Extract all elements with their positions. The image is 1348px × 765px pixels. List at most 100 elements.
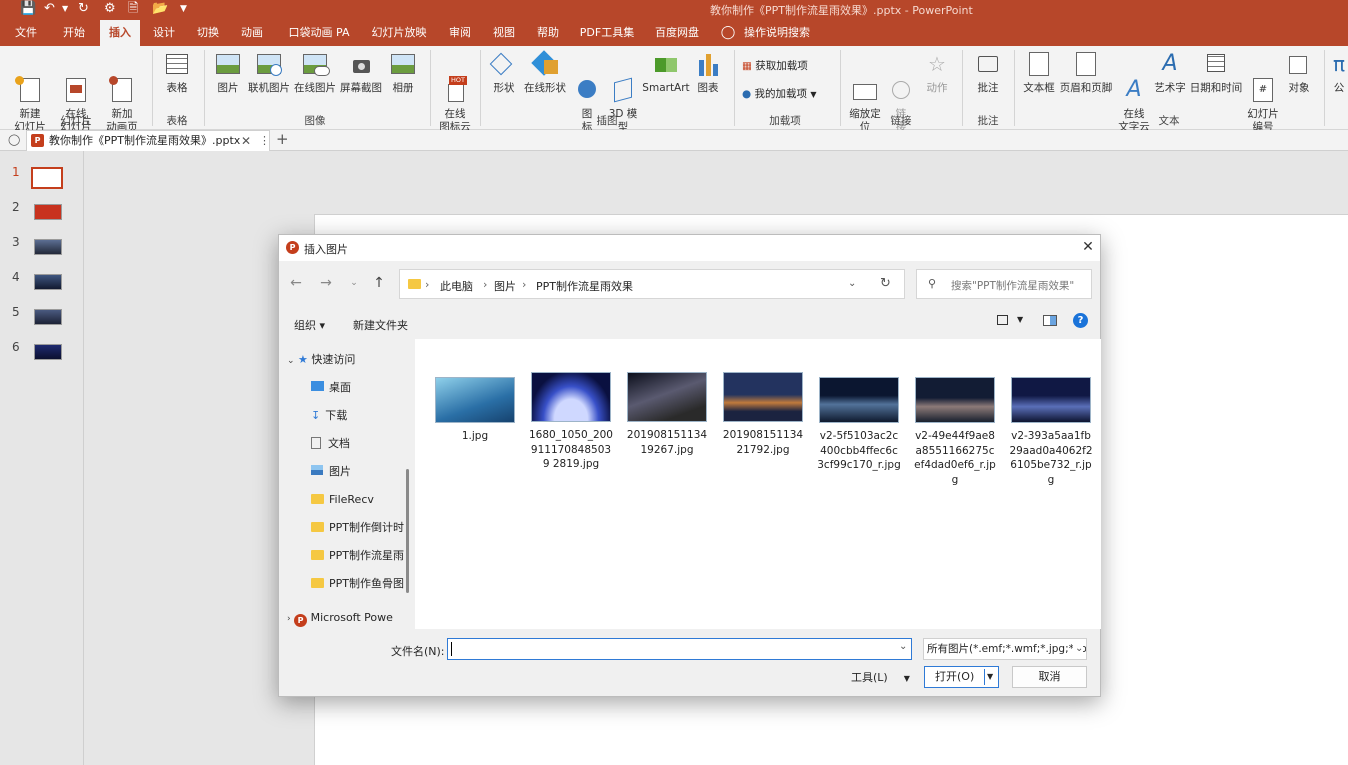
wordart-button[interactable]: A 艺术字	[1152, 50, 1188, 95]
address-bar[interactable]: › 此电脑 › 图片 › PPT制作流星雨效果 ⌄ ↻	[399, 269, 905, 299]
tab-baidu-netdisk[interactable]: 百度网盘	[648, 20, 706, 46]
nav-pictures[interactable]: 图片📌	[311, 461, 411, 483]
online-shapes-button[interactable]: 在线形状	[522, 50, 568, 95]
close-icon[interactable]: ✕	[1079, 238, 1097, 256]
table-button[interactable]: 表格	[158, 50, 196, 95]
nav-folder-fishbone[interactable]: PPT制作鱼骨图	[311, 573, 404, 595]
nav-quick-access[interactable]: ⌄ ★ 快速访问	[287, 349, 355, 371]
new-folder-button[interactable]: 新建文件夹	[353, 317, 408, 333]
my-addins-button[interactable]: ● 我的加载项 ▼	[742, 86, 817, 101]
file-item[interactable]: 20190815113419267.jpg	[625, 372, 709, 457]
save-icon[interactable]: 💾	[20, 1, 36, 17]
nav-microsoft-powerpoint[interactable]: › P Microsoft Powe	[287, 607, 393, 629]
file-item[interactable]: 20190815113421792.jpg	[721, 372, 805, 457]
screenshot-button[interactable]: 屏幕截图	[338, 50, 384, 95]
close-tab-icon[interactable]: ✕	[241, 131, 251, 151]
addins-icon: ●	[742, 88, 752, 100]
nav-scrollbar[interactable]	[406, 469, 409, 593]
album-button[interactable]: 相册	[384, 50, 422, 95]
help-icon[interactable]: ?	[1073, 313, 1088, 328]
tab-pocket-animation[interactable]: 口袋动画 PA	[284, 20, 354, 46]
up-arrow-icon[interactable]: ↑	[370, 275, 388, 291]
get-addins-button[interactable]: ▦ 获取加载项	[742, 58, 808, 73]
action-button[interactable]: ☆ 动作	[920, 50, 954, 95]
picture-button[interactable]: 图片	[210, 50, 246, 95]
tools-button[interactable]: 工具(L) ▼	[851, 669, 910, 685]
chart-button[interactable]: 图表	[692, 50, 724, 95]
forward-arrow-icon[interactable]: →	[317, 275, 335, 291]
file-item[interactable]: v2-393a5aa1fb29aad0a4062f26105be732_r.jp…	[1009, 377, 1093, 487]
back-arrow-icon[interactable]: ←	[287, 275, 305, 291]
slide-thumbnail[interactable]	[34, 309, 62, 325]
cancel-button[interactable]: 取消	[1012, 666, 1087, 688]
nav-folder-countdown[interactable]: PPT制作倒计时	[311, 517, 404, 539]
nav-downloads[interactable]: ↧下载📌	[311, 405, 411, 427]
customize-toolbar-icon[interactable]: ▼	[180, 1, 187, 17]
file-item[interactable]: 1680_1050_2009111708485039 2819.jpg	[529, 372, 613, 472]
present-icon[interactable]: ⚙	[104, 1, 116, 17]
slide-thumbnail[interactable]	[34, 239, 62, 255]
organize-button[interactable]: 组织 ▾	[294, 317, 325, 333]
breadcrumb-current-folder[interactable]: PPT制作流星雨效果	[536, 278, 633, 294]
header-footer-button[interactable]: 页眉和页脚	[1058, 50, 1114, 95]
document-tab[interactable]: P 教你制作《PPT制作流星雨效果》.pptx ✕ ⋮	[26, 130, 270, 151]
nav-documents[interactable]: 文档📌	[311, 433, 411, 455]
slide-thumbnail[interactable]	[34, 274, 62, 290]
tell-me-search[interactable]: 操作说明搜索	[740, 20, 814, 46]
preview-pane-icon[interactable]	[1043, 315, 1057, 326]
view-options-icon[interactable]	[997, 315, 1008, 325]
slide-thumbnail[interactable]	[34, 204, 62, 220]
tab-home[interactable]: 开始	[54, 20, 94, 46]
smartart-button[interactable]: SmartArt	[642, 50, 690, 95]
tab-slideshow[interactable]: 幻灯片放映	[366, 20, 432, 46]
shapes-button[interactable]: 形状	[486, 50, 522, 95]
slide-thumbnail[interactable]	[31, 167, 63, 189]
filetype-value: 所有图片(*.emf;*.wmf;*.jpg;*.jp	[927, 643, 1087, 655]
tab-pdf-tools[interactable]: PDF工具集	[576, 20, 638, 46]
open-dropdown-icon[interactable]: ▼	[987, 667, 993, 687]
search-box[interactable]: ⚲ 搜索"PPT制作流星雨效果"	[916, 269, 1092, 299]
date-time-button[interactable]: 日期和时间	[1188, 50, 1244, 95]
open-folder-icon[interactable]: 📂	[152, 1, 168, 17]
tab-review[interactable]: 审阅	[440, 20, 480, 46]
tab-list-icon[interactable]: ◯	[8, 133, 20, 146]
address-dropdown-icon[interactable]: ⌄	[848, 278, 856, 289]
undo-icon[interactable]: ↶	[44, 1, 55, 17]
equation-button[interactable]: π公	[1330, 50, 1348, 95]
filetype-select[interactable]: 所有图片(*.emf;*.wmf;*.jpg;*.jp ⌄	[923, 638, 1087, 660]
tab-insert[interactable]: 插入	[100, 20, 140, 46]
filename-dropdown-icon[interactable]: ⌄	[899, 641, 907, 652]
recent-locations-icon[interactable]: ⌄	[345, 278, 363, 288]
open-button[interactable]: 打开(O) ▼	[924, 666, 999, 688]
tab-file[interactable]: 文件	[6, 20, 46, 46]
breadcrumb-pictures[interactable]: 图片	[494, 278, 516, 294]
tab-design[interactable]: 设计	[144, 20, 184, 46]
file-item[interactable]: v2-49e44f9ae8a8551166275cef4dad0ef6_r.jp…	[913, 377, 997, 487]
online-picture-button[interactable]: 在线图片	[292, 50, 338, 95]
tab-help[interactable]: 帮助	[528, 20, 568, 46]
linked-picture-button[interactable]: 联机图片	[246, 50, 292, 95]
file-item[interactable]: v2-5f5103ac2c400cbb4ffec6c3cf99c170_r.jp…	[817, 377, 901, 473]
breadcrumb-this-pc[interactable]: 此电脑	[440, 278, 473, 294]
document-tab-strip: ◯ P 教你制作《PPT制作流星雨效果》.pptx ✕ ⋮ +	[0, 130, 1348, 151]
textbox-button[interactable]: 文本框	[1018, 50, 1060, 95]
object-button[interactable]: 对象	[1282, 50, 1316, 95]
file-item[interactable]: 1.jpg	[433, 377, 517, 444]
filename-input[interactable]: ⌄	[447, 638, 912, 660]
comment-button[interactable]: 批注	[968, 50, 1008, 95]
new-tab-icon[interactable]: +	[276, 130, 289, 148]
tab-animations[interactable]: 动画	[232, 20, 272, 46]
refresh-icon[interactable]: ↻	[880, 276, 891, 291]
new-file-icon[interactable]: 🗎	[128, 1, 138, 17]
slide-thumbnail[interactable]	[34, 344, 62, 360]
nav-folder-meteor[interactable]: PPT制作流星雨	[311, 545, 404, 567]
filetype-dropdown-icon[interactable]: ⌄	[1073, 639, 1084, 659]
tab-view[interactable]: 视图	[484, 20, 524, 46]
view-dropdown-icon[interactable]: ▼	[1017, 315, 1023, 324]
nav-desktop[interactable]: 桌面📌	[311, 377, 411, 399]
undo-dropdown-icon[interactable]: ▼	[62, 1, 68, 17]
tab-menu-icon[interactable]: ⋮	[259, 131, 270, 151]
redo-icon[interactable]: ↻	[78, 1, 89, 17]
tab-transitions[interactable]: 切换	[188, 20, 228, 46]
nav-filerecv[interactable]: FileRecv	[311, 489, 374, 511]
